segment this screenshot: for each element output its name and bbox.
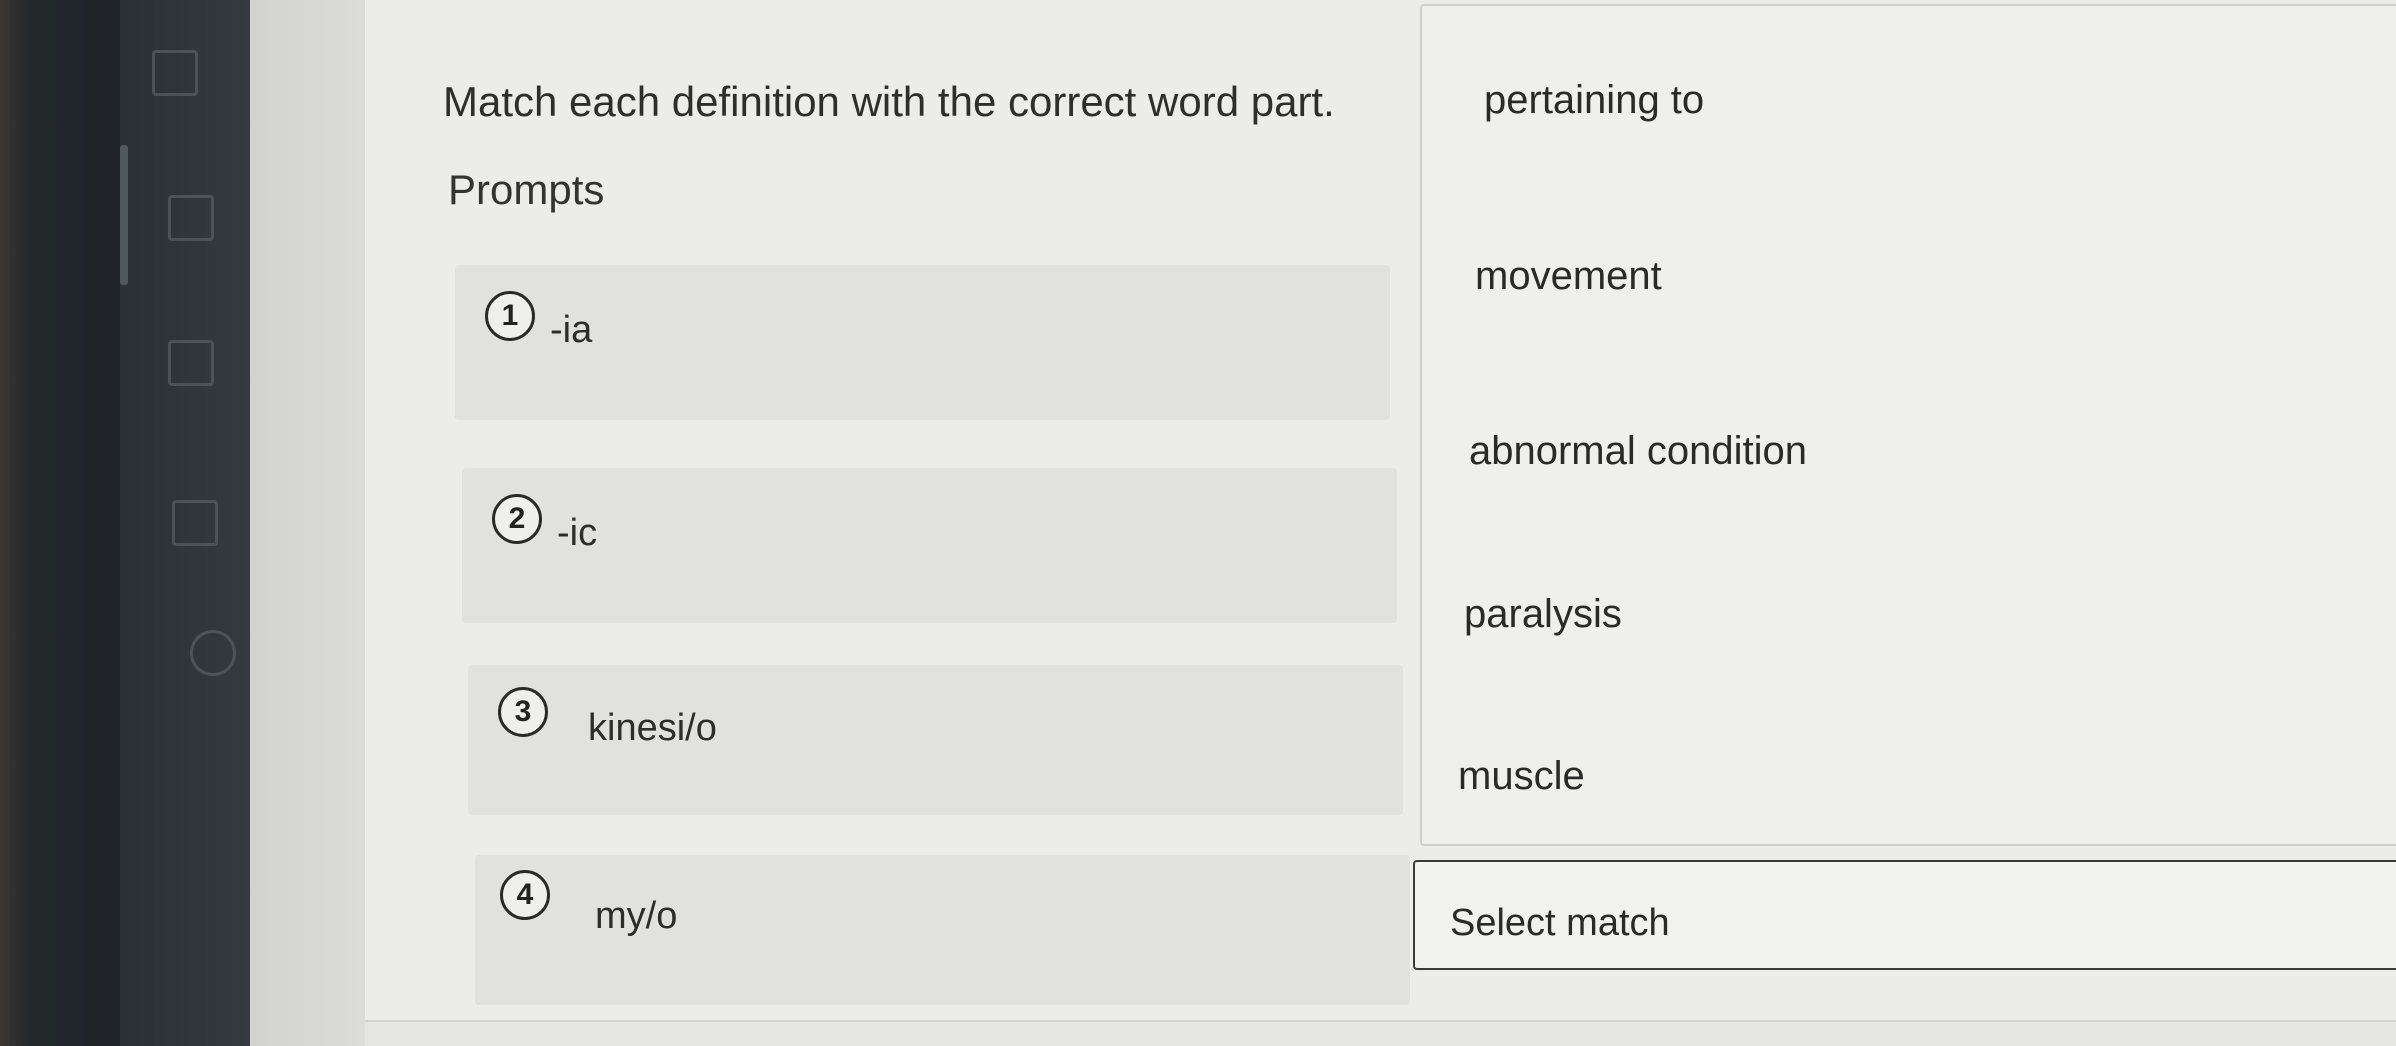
- prompt-number-badge: 3: [498, 687, 548, 737]
- choice-option[interactable]: muscle: [1458, 754, 1585, 799]
- edit-icon[interactable]: [172, 500, 218, 546]
- sidebar-active-indicator: [120, 145, 128, 285]
- choices-panel: pertaining to movement abnormal conditio…: [1420, 4, 2396, 846]
- prompt-item[interactable]: 3 kinesi/o: [468, 665, 1403, 815]
- calculator-icon[interactable]: [168, 340, 214, 386]
- select-match-label: Select match: [1450, 902, 1670, 944]
- prompt-word-part: -ia: [550, 309, 593, 351]
- prompt-word-part: my/o: [595, 895, 678, 937]
- prompt-word-part: kinesi/o: [588, 707, 717, 749]
- prompt-number-badge: 4: [500, 870, 550, 920]
- question-instruction: Match each definition with the correct w…: [443, 78, 1335, 125]
- choice-option[interactable]: paralysis: [1464, 592, 1622, 637]
- mail-icon[interactable]: [168, 195, 214, 241]
- prompt-number-badge: 2: [492, 494, 542, 544]
- prompt-number-badge: 1: [485, 291, 535, 341]
- content-frame: [250, 0, 365, 1046]
- sidebar-rail: [120, 0, 250, 1046]
- prompt-item[interactable]: 4 my/o: [475, 855, 1410, 1005]
- prompt-item[interactable]: 2 -ic: [462, 468, 1397, 623]
- prompt-item[interactable]: 1 -ia: [455, 265, 1390, 420]
- arrows-icon[interactable]: [190, 630, 236, 676]
- choice-option[interactable]: movement: [1475, 254, 1662, 299]
- prompt-word-part: -ic: [557, 512, 598, 554]
- choice-option[interactable]: abnormal condition: [1469, 429, 1807, 474]
- select-match-dropdown[interactable]: Select match: [1413, 860, 2396, 970]
- prompts-heading: Prompts: [448, 166, 605, 213]
- grid-icon[interactable]: [152, 50, 198, 96]
- choice-option[interactable]: pertaining to: [1484, 78, 1704, 123]
